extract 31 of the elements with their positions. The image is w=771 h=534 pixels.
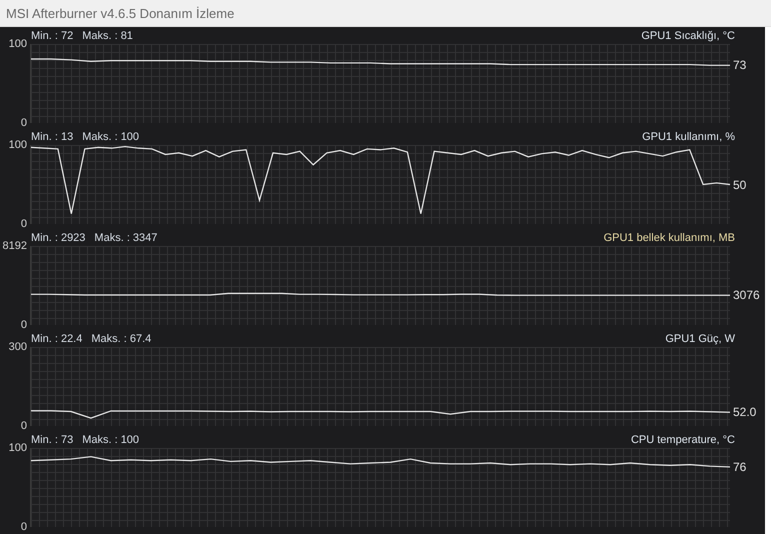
axis-tick-label: 100 <box>8 139 27 151</box>
current-value: 52.0 <box>733 405 756 420</box>
axis-tick-label: 0 <box>20 218 27 230</box>
graph-title: GPU1 Sıcaklığı, °C <box>641 30 735 42</box>
min-value: Min. : 2923 <box>31 232 86 244</box>
graph-title: GPU1 kullanımı, % <box>642 130 735 142</box>
current-value: 50 <box>733 178 746 192</box>
axis-tick-label: 0 <box>20 117 27 129</box>
min-value: Min. : 72 <box>31 30 74 42</box>
axis-tick-label: 300 <box>8 341 27 353</box>
axis-tick-label: 8192 <box>2 240 27 252</box>
max-value: Maks. : 81 <box>82 30 133 42</box>
graph-title: GPU1 Güç, W <box>665 332 735 344</box>
axis-tick-label: 0 <box>20 319 27 331</box>
max-value: Maks. : 67.4 <box>91 332 152 344</box>
axis-tick-label: 100 <box>8 38 27 50</box>
current-value: 76 <box>733 460 746 474</box>
min-value: Min. : 73 <box>31 434 74 446</box>
graph-title: GPU1 bellek kullanımı, MB <box>604 232 735 244</box>
graph-title: CPU temperature, °C <box>630 434 735 446</box>
max-value: Maks. : 100 <box>82 434 140 446</box>
current-value: 3076 <box>733 288 760 302</box>
axis-tick-label: 100 <box>8 442 27 454</box>
min-value: Min. : 22.4 <box>31 332 82 344</box>
max-value: Maks. : 3347 <box>94 232 158 244</box>
min-value: Min. : 13 <box>31 130 74 142</box>
window-title: MSI Afterburner v4.6.5 Donanım İzleme <box>6 6 234 20</box>
axis-tick-label: 0 <box>20 521 27 533</box>
current-value: 73 <box>733 58 746 72</box>
max-value: Maks. : 100 <box>82 130 140 142</box>
axis-tick-label: 0 <box>20 420 27 432</box>
